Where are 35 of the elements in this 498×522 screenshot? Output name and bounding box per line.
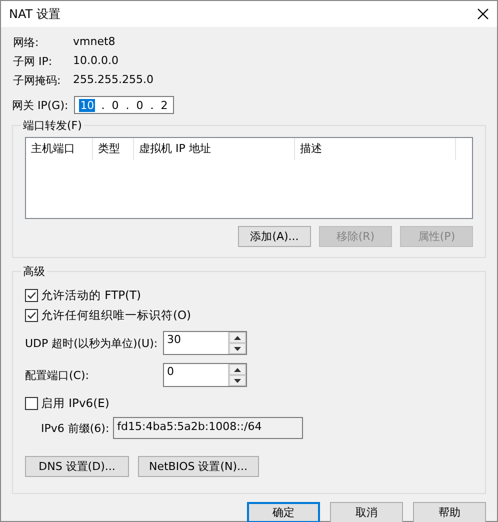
field-label: 子网 IP:	[13, 54, 54, 69]
field-label: 配置端口(C):	[25, 368, 90, 382]
number-spinner[interactable]: 0	[163, 363, 247, 387]
checkbox[interactable]	[25, 397, 38, 410]
field-label: 子网掩码:	[13, 73, 62, 88]
checkbox-label[interactable]: 允许活动的 FTP(T)	[41, 288, 142, 303]
field-value: 10.0.0.0	[73, 54, 120, 69]
dialog-button[interactable]: 取消	[330, 502, 403, 522]
dialog-button[interactable]: 确定	[247, 502, 320, 522]
checkbox-label[interactable]: 启用 IPv6(E)	[41, 396, 110, 411]
dialog-button[interactable]: 添加(A)...	[238, 226, 311, 247]
checkbox-label[interactable]: 允许任何组织唯一标识符(O)	[41, 308, 192, 323]
dialog-button[interactable]: DNS 设置(D)...	[25, 456, 129, 477]
prefix-field[interactable]: fd15:4ba5:5a2b:1008::/64	[113, 417, 304, 439]
group-title: 端口转发(F)	[22, 118, 83, 133]
column-header[interactable]: 虚拟机 IP 地址	[134, 138, 295, 160]
number-spinner[interactable]: 30	[163, 331, 247, 355]
window-title: NAT 设置	[9, 6, 60, 22]
group-title: 高级	[22, 264, 46, 279]
column-header[interactable]: 类型	[93, 138, 134, 160]
column-header[interactable]: 主机端口	[26, 138, 93, 160]
ip-address-field[interactable]: 10 . 0 . 0 . 2	[74, 96, 174, 114]
field-label: UDP 超时(以秒为单位)(U):	[25, 336, 159, 350]
field-value: 255.255.255.0	[73, 73, 154, 88]
column-header[interactable]: 描述	[295, 138, 456, 160]
field-label: 网络:	[13, 35, 40, 50]
dialog-button[interactable]: NetBIOS 设置(N)...	[138, 456, 259, 477]
field-label: 网关 IP(G):	[12, 98, 68, 112]
field-label: IPv6 前缀(6):	[41, 420, 110, 436]
checkbox[interactable]	[25, 309, 38, 322]
checkbox[interactable]	[25, 289, 38, 302]
dialog-button[interactable]: 帮助	[413, 502, 486, 522]
port-list[interactable]: 主机端口 类型 虚拟机 IP 地址 描述	[25, 137, 473, 219]
field-value: vmnet8	[73, 35, 116, 50]
close-icon[interactable]	[477, 8, 489, 20]
